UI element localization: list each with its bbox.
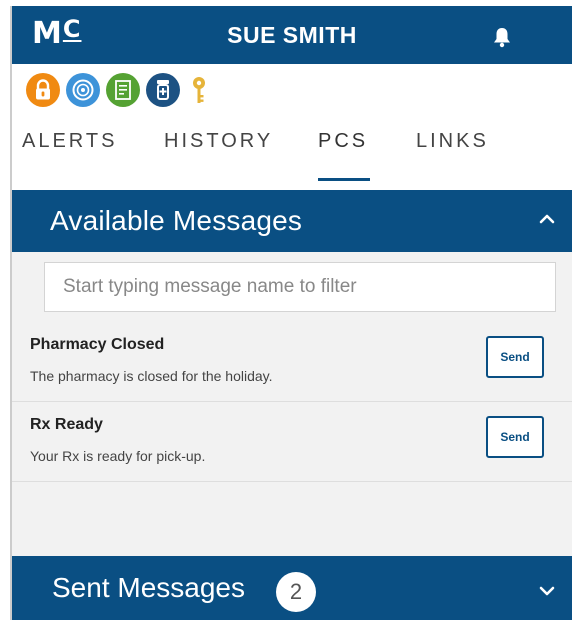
send-button[interactable]: Send [486,336,544,378]
lock-icon[interactable] [26,73,60,107]
top-bar: MC SUE SMITH [12,6,572,64]
filter-wrapper [12,252,572,322]
message-row-rx-ready: Rx Ready Your Rx is ready for pick-up. S… [12,402,572,482]
sent-messages-title: Sent Messages [52,572,245,603]
app-frame: MC SUE SMITH ALERTS HISTORY PCS LINKS Av… [10,6,572,620]
message-name: Pharmacy Closed [30,336,165,353]
send-button[interactable]: Send [486,416,544,458]
available-messages-title: Available Messages [50,205,303,236]
tab-history[interactable]: HISTORY [164,130,273,153]
pill-bottle-icon[interactable] [146,73,180,107]
status-icon-row [12,64,572,116]
chevron-up-icon[interactable] [538,212,556,226]
sent-count-badge: 2 [276,572,316,612]
active-tab-indicator [318,178,370,181]
available-messages-header[interactable]: Available Messages [12,190,572,252]
tab-pcs[interactable]: PCS [318,130,368,153]
tab-bar: ALERTS HISTORY PCS LINKS [12,116,572,190]
message-description: Your Rx is ready for pick-up. [30,448,206,464]
user-name: SUE SMITH [227,22,357,48]
available-messages-panel: Pharmacy Closed The pharmacy is closed f… [12,252,572,556]
message-name: Rx Ready [30,416,103,433]
chevron-down-icon[interactable] [538,584,556,598]
message-filter-input[interactable] [44,262,556,312]
message-description: The pharmacy is closed for the holiday. [30,368,273,384]
tab-alerts[interactable]: ALERTS [22,130,117,153]
target-icon[interactable] [66,73,100,107]
message-row-pharmacy-closed: Pharmacy Closed The pharmacy is closed f… [12,322,572,402]
key-icon[interactable] [188,73,210,107]
document-icon[interactable] [106,73,140,107]
sent-messages-header[interactable]: Sent Messages 2 [12,556,572,620]
bell-icon[interactable] [492,26,512,48]
tab-links[interactable]: LINKS [416,130,489,153]
